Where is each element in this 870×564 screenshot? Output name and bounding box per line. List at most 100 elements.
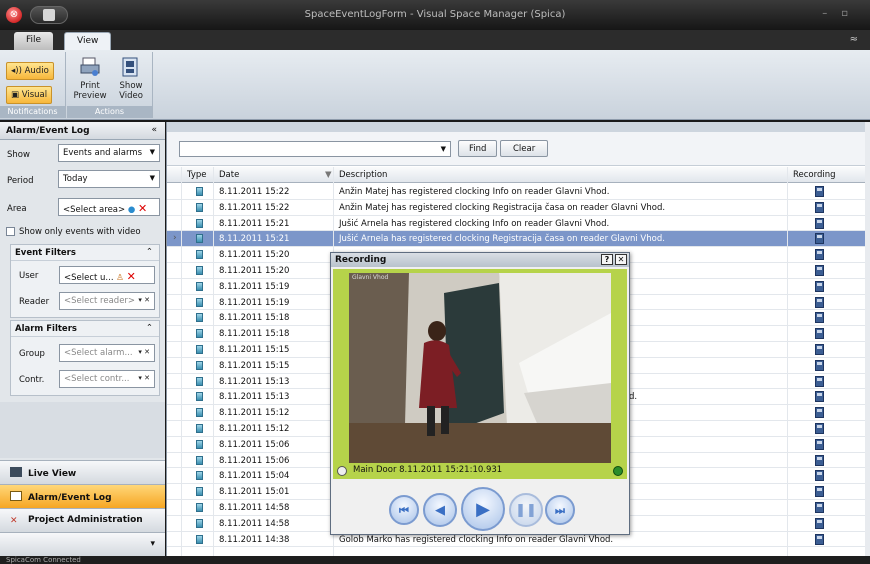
cell-description: Jušić Arnela has registered clocking Reg… [339,234,665,245]
step-back-button[interactable]: ◀ [423,493,457,527]
reader-select[interactable]: <Select reader> ▾ ✕ [59,292,155,310]
play-button[interactable]: ▶ [461,487,505,531]
title-bar: ⊗ SpaceEventLogForm - Visual Space Manag… [0,0,870,30]
recording-icon[interactable] [815,312,824,324]
visual-toggle[interactable]: ▣ Visual [6,86,53,104]
grid-scrollbar[interactable] [865,122,870,556]
event-filters-header[interactable]: Event Filters ⌃ [11,245,159,261]
recording-icon[interactable] [815,344,824,355]
tools-icon: ✕ [10,516,18,526]
collapse-icon[interactable]: ⌃ [146,247,153,257]
grid-header: Type Date ▼ Description Recording [167,167,867,183]
skip-to-start-button[interactable]: ⏮ [389,495,419,525]
skip-start-icon: ⏮ [399,504,409,517]
show-select[interactable]: Events and alarms ▼ [58,144,160,162]
nav-live-view-label: Live View [28,469,77,479]
nav-project-administration[interactable]: ✕ Project Administration [0,508,165,532]
clear-button[interactable]: Clear [500,140,549,157]
video-only-checkbox[interactable] [6,227,15,236]
cell-date: 8.11.2011 15:12 [219,424,290,434]
recording-icon[interactable] [815,359,824,371]
video-player[interactable]: Glavni Vhod Main Door 8.11.2011 15:21:10… [333,269,627,479]
contr-label: Contr. [19,375,45,385]
recording-icon[interactable] [815,249,824,261]
cell-date: 8.11.2011 15:01 [219,487,290,498]
recording-icon[interactable] [815,375,824,387]
recording-icon[interactable] [815,454,824,466]
camera-overlay-label: Glavni Vhod [352,274,389,281]
nav-project-administration-label: Project Administration [28,515,143,525]
cell-date: 8.11.2011 14:58 [219,503,290,513]
tab-view[interactable]: View [64,32,112,50]
ribbon-collapse-icon[interactable]: ≈ [850,34,858,45]
chevron-down-icon: ▾ [150,539,155,549]
help-button[interactable]: ? [601,254,613,265]
column-header-type[interactable]: Type [187,170,207,180]
recording-icon[interactable] [815,438,824,450]
zoom-icon[interactable] [337,466,347,476]
recording-icon[interactable] [815,186,824,197]
recording-icon[interactable] [815,486,824,498]
recording-icon[interactable] [815,470,824,482]
window-controls[interactable]: –▫ [822,8,862,19]
collapse-icon[interactable]: ⌃ [146,323,153,333]
visual-label: Visual [21,90,48,100]
collapse-panel-icon[interactable]: « [151,125,157,135]
playback-controls: ⏮ ◀ ▶ ❚❚ ⏭ [389,487,575,531]
user-icon[interactable]: ♙ [116,273,124,283]
recording-icon[interactable] [815,233,824,245]
table-row[interactable]: 8.11.2011 15:22 Anžin Matej has registere… [167,184,867,200]
area-picker[interactable]: <Select area> ● ✕ [58,198,160,216]
show-value: Events and alarms [63,148,143,158]
recording-icon[interactable] [815,217,824,229]
recording-dialog-titlebar[interactable]: Recording ? ✕ [331,253,629,267]
recording-icon[interactable] [815,391,824,403]
audio-label: Audio [24,66,49,76]
table-row[interactable]: › 8.11.2011 15:21 Jušić Arnela has registe… [167,231,867,248]
print-preview-button[interactable]: Print Preview [73,56,107,101]
clear-area-icon[interactable]: ✕ [138,202,147,215]
user-picker[interactable]: <Select u... ♙ ✕ [59,266,155,284]
recording-icon[interactable] [815,296,824,308]
search-input[interactable]: ▼ [179,141,451,157]
tab-file[interactable]: File [14,32,54,50]
select-area-icon[interactable]: ● [128,205,135,215]
sort-desc-icon: ▼ [325,170,332,180]
find-button[interactable]: Find [458,140,498,157]
recording-icon[interactable] [815,423,824,434]
column-header-description[interactable]: Description [339,170,387,180]
recording-icon[interactable] [815,502,824,513]
panel-title: Alarm/Event Log [6,126,90,136]
group-select[interactable]: <Select alarm... ▾ ✕ [59,344,155,362]
recording-icon[interactable] [815,533,824,545]
recording-icon[interactable] [815,280,824,292]
close-button[interactable]: ✕ [615,254,627,265]
cell-date: 8.11.2011 14:58 [219,518,290,529]
recording-icon[interactable] [815,328,824,340]
column-header-recording[interactable]: Recording [793,170,836,180]
clear-user-icon[interactable]: ✕ [127,270,136,283]
period-select[interactable]: Today ▼ [58,170,160,188]
skip-to-end-button[interactable]: ⏭ [545,495,575,525]
nav-overflow[interactable]: ▾ [0,532,165,556]
nav-alarm-event-log[interactable]: Alarm/Event Log [0,484,165,508]
table-row[interactable]: 8.11.2011 15:21 Jušić Arnela has register… [167,216,867,232]
recording-icon[interactable] [815,517,824,529]
chevron-down-icon: ▾ ✕ [138,374,150,382]
nav-live-view[interactable]: Live View [0,460,165,484]
column-header-date[interactable]: Date [219,170,239,180]
actions-group-label: Actions [67,106,152,118]
recording-icon[interactable] [815,201,824,213]
user-value: <Select u... [64,273,114,283]
cell-date: 8.11.2011 15:13 [219,376,290,387]
period-value: Today [63,174,88,184]
recording-icon[interactable] [815,407,824,419]
show-video-button[interactable]: Show Video [111,56,151,101]
controller-select[interactable]: <Select contr... ▾ ✕ [59,370,155,388]
cell-date: 8.11.2011 15:20 [219,266,290,276]
table-row[interactable]: 8.11.2011 15:22 Anžin Matej has registere… [167,200,867,216]
pause-button[interactable]: ❚❚ [509,493,543,527]
recording-icon[interactable] [815,265,824,276]
alarm-filters-header[interactable]: Alarm Filters ⌃ [11,321,159,337]
audio-toggle[interactable]: ◂)) Audio [6,62,54,80]
